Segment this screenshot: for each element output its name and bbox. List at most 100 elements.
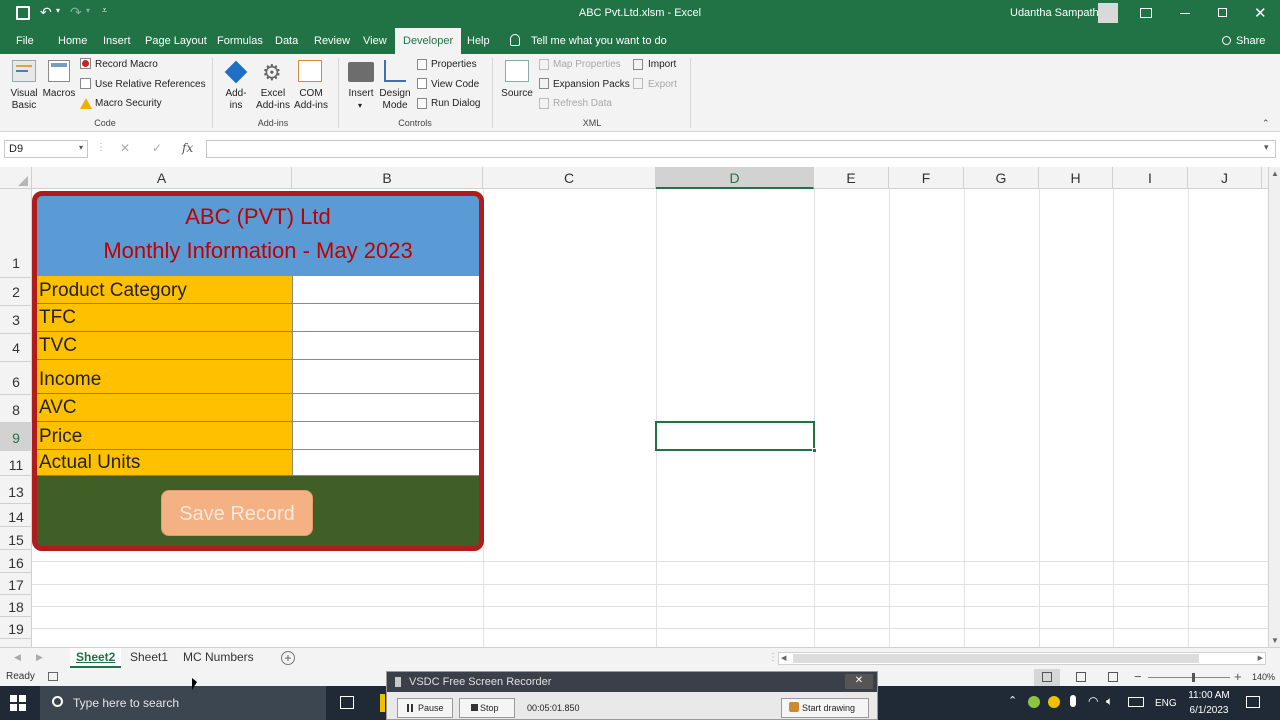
selected-cell-d9[interactable] — [655, 421, 817, 453]
collapse-ribbon-icon[interactable]: ⌃ — [1262, 118, 1270, 129]
scroll-down-icon[interactable]: ▼ — [1271, 636, 1279, 645]
sheet-tab-sheet1[interactable]: Sheet1 — [124, 648, 174, 668]
tray-app-icon-2[interactable] — [1048, 696, 1060, 708]
windows-start-icon[interactable] — [10, 695, 26, 711]
next-sheet-icon[interactable]: ▶ — [36, 652, 43, 663]
com-addins-icon[interactable] — [298, 60, 322, 82]
user-name[interactable]: Udantha Sampath — [1010, 7, 1099, 19]
column-header-b[interactable]: B — [292, 167, 483, 189]
tell-me-search[interactable]: Tell me what you want to do — [531, 28, 667, 54]
save-icon[interactable] — [16, 6, 30, 20]
close-icon[interactable]: ✕ — [1254, 4, 1267, 22]
column-header-e[interactable]: E — [814, 167, 889, 189]
tab-review[interactable]: Review — [314, 28, 350, 54]
clock-time[interactable]: 11:00 AM — [1184, 690, 1234, 701]
recorder-pause-button[interactable]: Pause — [397, 698, 453, 718]
row-header-4[interactable]: 4 — [0, 334, 32, 362]
notifications-icon[interactable] — [1246, 696, 1260, 708]
input-avc[interactable] — [293, 394, 479, 422]
network-icon[interactable]: ◠ — [1088, 694, 1098, 708]
insert-function-icon[interactable]: fx — [182, 141, 193, 155]
recorder-close-icon[interactable]: ✕ — [845, 674, 873, 689]
minimize-icon[interactable] — [1180, 13, 1190, 14]
tab-developer[interactable]: Developer — [395, 28, 462, 54]
column-header-d[interactable]: D — [656, 167, 814, 189]
macros-button[interactable]: Macros — [40, 88, 78, 100]
share-button[interactable]: Share — [1236, 28, 1265, 54]
prev-sheet-icon[interactable]: ◀ — [14, 652, 21, 663]
tab-insert[interactable]: Insert — [103, 28, 131, 54]
input-tfc[interactable] — [293, 304, 479, 332]
column-header-f[interactable]: F — [889, 167, 964, 189]
worksheet-grid[interactable]: ABC (PVT) Ltd Monthly Information - May … — [32, 189, 1268, 647]
xml-source-icon[interactable] — [505, 60, 529, 82]
com-addins-button[interactable]: COM Add-ins — [292, 88, 330, 112]
design-mode-button[interactable]: Design Mode — [378, 88, 412, 112]
record-macro-button[interactable]: Record Macro — [95, 59, 158, 70]
sheet-tab-mc-numbers[interactable]: MC Numbers — [177, 648, 260, 668]
row-header-18[interactable]: 18 — [0, 595, 32, 617]
tab-formulas[interactable]: Formulas — [217, 28, 263, 54]
addins-icon[interactable] — [224, 60, 248, 84]
visual-basic-button[interactable]: Visual Basic — [6, 88, 42, 112]
macro-security-button[interactable]: Macro Security — [95, 98, 162, 109]
row-header-13[interactable]: 13 — [0, 476, 32, 504]
tab-view[interactable]: View — [363, 28, 387, 54]
tab-split-handle[interactable]: ⋮ — [768, 652, 778, 663]
xml-source-button[interactable]: Source — [499, 88, 535, 100]
insert-controls-button[interactable]: Insert — [344, 88, 378, 100]
tab-help[interactable]: Help — [467, 28, 490, 54]
restore-icon[interactable] — [1218, 8, 1227, 17]
row-header-14[interactable]: 14 — [0, 504, 32, 527]
macro-recording-icon[interactable] — [48, 672, 58, 681]
recorder-stop-button[interactable]: Stop — [459, 698, 515, 718]
view-code-button[interactable]: View Code — [431, 79, 479, 90]
share-icon[interactable] — [1222, 36, 1231, 45]
row-header-6[interactable]: 6 — [0, 362, 32, 395]
undo-icon[interactable]: ↶ — [40, 4, 52, 21]
insert-controls-icon[interactable] — [348, 62, 374, 82]
column-header-a[interactable]: A — [32, 167, 292, 189]
macros-icon[interactable] — [48, 60, 70, 82]
speaker-icon[interactable]: 🔈︎ — [1106, 694, 1113, 709]
page-layout-view-icon[interactable] — [1076, 672, 1086, 682]
row-header-9[interactable]: 9 — [0, 423, 32, 451]
column-header-h[interactable]: H — [1039, 167, 1113, 189]
design-mode-icon[interactable] — [384, 60, 406, 82]
chevron-down-icon[interactable]: ▾ — [79, 143, 83, 152]
column-header-i[interactable]: I — [1113, 167, 1188, 189]
import-button[interactable]: Import — [648, 59, 676, 70]
horizontal-scrollbar[interactable]: ◀ ▶ — [778, 652, 1266, 665]
excel-addins-button[interactable]: Excel Add-ins — [254, 88, 292, 112]
use-relative-references-button[interactable]: Use Relative References — [95, 79, 206, 90]
visual-basic-icon[interactable] — [12, 60, 36, 82]
normal-view-icon[interactable] — [1034, 669, 1060, 686]
scrollbar-thumb[interactable] — [793, 654, 1199, 663]
input-income[interactable] — [293, 360, 479, 394]
show-hidden-icons[interactable]: ⌃ — [1008, 694, 1017, 707]
tray-app-icon[interactable] — [1028, 696, 1040, 708]
task-view-icon[interactable] — [340, 696, 354, 709]
formula-input[interactable] — [206, 140, 1276, 158]
properties-button[interactable]: Properties — [431, 59, 477, 70]
map-properties-button[interactable]: Map Properties — [553, 59, 621, 70]
import-icon[interactable] — [633, 59, 643, 70]
clock-date[interactable]: 6/1/2023 — [1184, 705, 1234, 716]
run-dialog-icon[interactable] — [417, 98, 427, 109]
redo-dropdown-icon[interactable]: ▾ — [86, 6, 90, 15]
redo-icon[interactable]: ↷ — [70, 4, 82, 21]
input-actual-units[interactable] — [293, 450, 479, 476]
page-break-view-icon[interactable] — [1108, 672, 1118, 682]
customize-qat-icon[interactable]: ⩡ — [102, 5, 107, 16]
refresh-data-button[interactable]: Refresh Data — [553, 98, 612, 109]
input-product-category[interactable] — [293, 276, 479, 304]
scroll-up-icon[interactable]: ▲ — [1271, 169, 1279, 178]
record-macro-icon[interactable] — [80, 58, 91, 69]
scroll-right-icon[interactable]: ▶ — [1258, 654, 1263, 662]
addins-button[interactable]: Add-ins — [220, 88, 252, 112]
input-price[interactable] — [293, 422, 479, 450]
avatar[interactable] — [1098, 3, 1118, 23]
export-button[interactable]: Export — [648, 79, 677, 90]
tab-page-layout[interactable]: Page Layout — [145, 28, 207, 54]
row-header-3[interactable]: 3 — [0, 306, 32, 334]
